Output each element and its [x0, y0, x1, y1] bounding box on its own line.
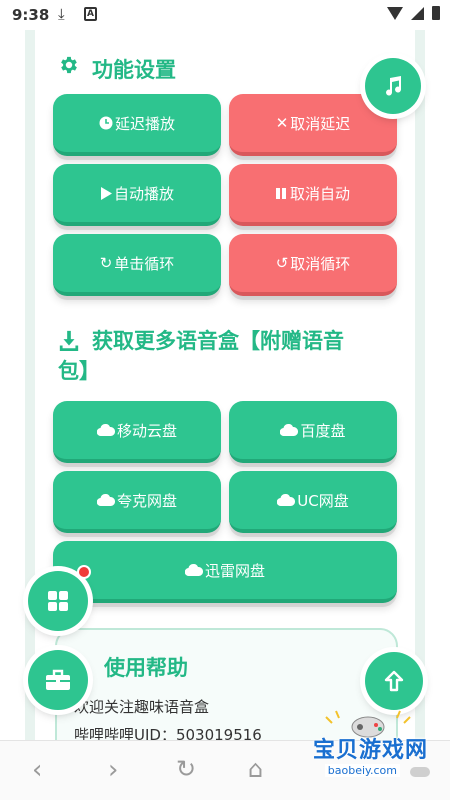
menu-grid-button[interactable]: [28, 571, 88, 631]
uc-disk-label: UC网盘: [297, 491, 349, 510]
quark-disk-label: 夸克网盘: [116, 491, 177, 510]
back-icon[interactable]: ‹: [32, 755, 42, 785]
home-icon[interactable]: ⌂: [248, 755, 263, 783]
cloud-icon: [96, 424, 115, 436]
signal-icon: [411, 6, 424, 20]
help-section-title: 使用帮助: [104, 652, 188, 682]
auto-play-button[interactable]: 自动播放: [53, 164, 221, 226]
cloud-icon: [184, 564, 203, 576]
help-line-1: 欢迎关注趣味语音盒: [74, 698, 210, 716]
delay-play-button[interactable]: 延迟播放: [53, 94, 221, 156]
auto-play-label: 自动播放: [113, 184, 174, 203]
baidu-disk-button[interactable]: 百度盘: [229, 401, 397, 463]
help-title-text: 使用帮助: [104, 656, 188, 680]
pause-icon: [275, 187, 288, 200]
cancel-loop-label: 取消循环: [290, 254, 351, 273]
cloud-icon: [277, 494, 296, 506]
cancel-delay-label: 取消延迟: [290, 114, 351, 133]
toolbox-button[interactable]: [28, 650, 88, 710]
refresh-icon: ↻: [99, 254, 113, 272]
play-icon: [100, 186, 112, 200]
grid-icon: [48, 591, 68, 611]
single-loop-label: 单击循环: [114, 254, 175, 273]
forward-icon[interactable]: ›: [108, 755, 118, 785]
cloud-icon: [280, 424, 299, 436]
uc-disk-button[interactable]: UC网盘: [229, 471, 397, 533]
download-section-title: 获取更多语音盒【附赠语音: [58, 326, 378, 356]
wifi-icon: [387, 6, 403, 20]
baidu-disk-label: 百度盘: [300, 421, 346, 440]
cancel-loop-button[interactable]: ↺ 取消循环: [229, 234, 397, 296]
clock-icon: [99, 116, 113, 130]
download-status-icon: ⤓: [58, 5, 65, 23]
xunlei-disk-button[interactable]: 迅雷网盘: [53, 541, 397, 603]
undo-icon: ↺: [275, 254, 289, 272]
toolbox-icon: [46, 669, 70, 690]
app-notification-icon: A: [84, 7, 97, 21]
quark-disk-button[interactable]: 夸克网盘: [53, 471, 221, 533]
scroll-top-button[interactable]: [365, 652, 423, 710]
battery-icon: [432, 6, 440, 20]
download-section-title-continued: 包】: [58, 356, 100, 386]
xunlei-disk-label: 迅雷网盘: [204, 561, 265, 580]
reload-icon[interactable]: ↻: [176, 755, 196, 783]
cancel-auto-button[interactable]: 取消自动: [229, 164, 397, 226]
download-title-text: 获取更多语音盒【附赠语音: [92, 329, 344, 353]
status-time: 9:38: [12, 6, 50, 24]
music-button[interactable]: [365, 58, 421, 114]
mobile-cloud-button[interactable]: 移动云盘: [53, 401, 221, 463]
notification-badge: [77, 565, 91, 579]
cloud-icon: [96, 494, 115, 506]
download-icon: [59, 330, 79, 351]
watermark-url: baobeiy.com: [324, 764, 400, 777]
download-title-text-2: 包】: [58, 359, 100, 383]
status-indicators: [387, 6, 440, 20]
music-icon: [386, 76, 402, 96]
up-arrow-icon: [384, 670, 404, 692]
status-bar: 9:38 ⤓ A: [0, 0, 450, 30]
gear-icon: [61, 56, 77, 74]
settings-title-text: 功能设置: [92, 58, 176, 82]
single-loop-button[interactable]: ↻ 单击循环: [53, 234, 221, 296]
close-icon: ✕: [275, 114, 289, 132]
settings-section-title: 功能设置: [58, 54, 176, 84]
cancel-auto-label: 取消自动: [289, 184, 350, 203]
delay-play-label: 延迟播放: [114, 114, 175, 133]
watermark-name: 宝贝游戏网: [312, 738, 428, 763]
mobile-cloud-label: 移动云盘: [116, 421, 177, 440]
